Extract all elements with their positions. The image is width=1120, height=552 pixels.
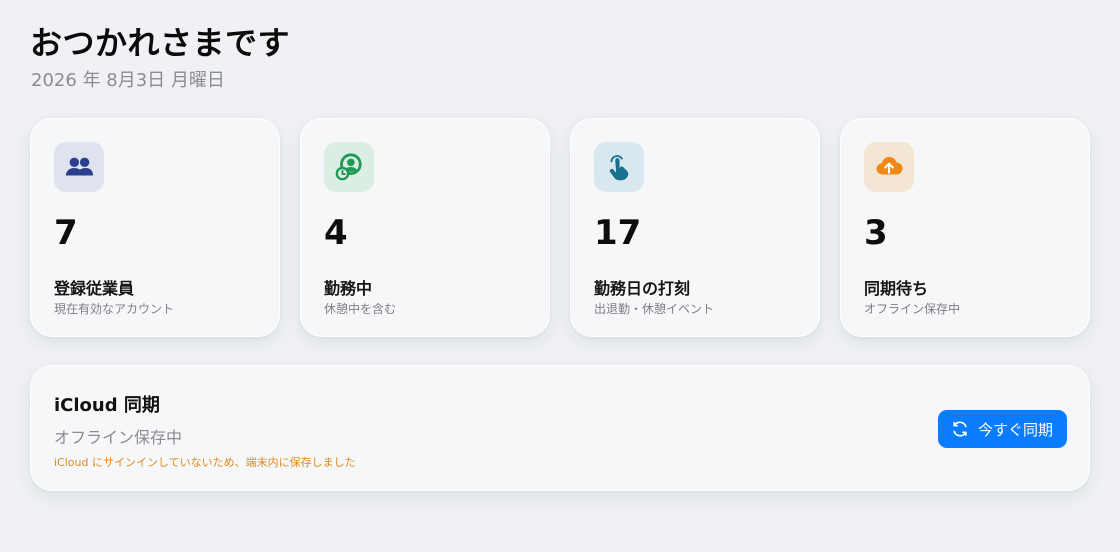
sync-now-button[interactable]: 今すぐ同期 <box>937 410 1067 448</box>
sync-now-label: 今すぐ同期 <box>977 420 1053 439</box>
stat-label: 登録従業員 <box>54 279 135 298</box>
stat-sublabel: 休憩中を含む <box>324 302 397 316</box>
icloud-sync-card: iCloud 同期 オフライン保存中 iCloud にサインインしていないため、… <box>30 365 1090 491</box>
page-title: おつかれさまです <box>30 24 291 62</box>
sync-title: iCloud 同期 <box>54 395 160 416</box>
stat-label: 同期待ち <box>864 279 929 298</box>
stat-sublabel: 現在有効なアカウント <box>54 302 175 316</box>
stat-value: 4 <box>324 213 348 253</box>
stat-card-pending-sync[interactable]: 3 同期待ち オフライン保存中 <box>840 118 1090 337</box>
cloud-upload-icon <box>864 142 914 192</box>
stat-value: 3 <box>864 213 888 253</box>
people-icon <box>54 142 104 192</box>
sync-status: オフライン保存中 <box>54 428 183 447</box>
hand-tap-icon <box>594 142 644 192</box>
stat-value: 17 <box>594 213 642 253</box>
sync-warning-note: iCloud にサインインしていないため、端末内に保存しました <box>54 456 356 469</box>
stat-value: 7 <box>54 213 78 253</box>
stat-label: 勤務中 <box>324 279 373 298</box>
stat-label: 勤務日の打刻 <box>594 279 691 298</box>
person-clock-icon <box>324 142 374 192</box>
stat-sublabel: オフライン保存中 <box>864 302 961 316</box>
stat-card-punches[interactable]: 17 勤務日の打刻 出退勤・休憩イベント <box>570 118 820 337</box>
stats-cards: 7 登録従業員 現在有効なアカウント 4 勤務中 休憩中を含む 17 勤務日の打… <box>30 118 1090 338</box>
date-label: 2026 年 8月3日 月曜日 <box>31 70 225 91</box>
stat-card-employees[interactable]: 7 登録従業員 現在有効なアカウント <box>30 118 280 337</box>
stat-card-working[interactable]: 4 勤務中 休憩中を含む <box>300 118 550 337</box>
dashboard-page: おつかれさまです 2026 年 8月3日 月曜日 7 登録従業員 現在有効なアカ… <box>0 0 1120 552</box>
stat-sublabel: 出退勤・休憩イベント <box>594 302 715 316</box>
sync-icon <box>953 421 967 437</box>
